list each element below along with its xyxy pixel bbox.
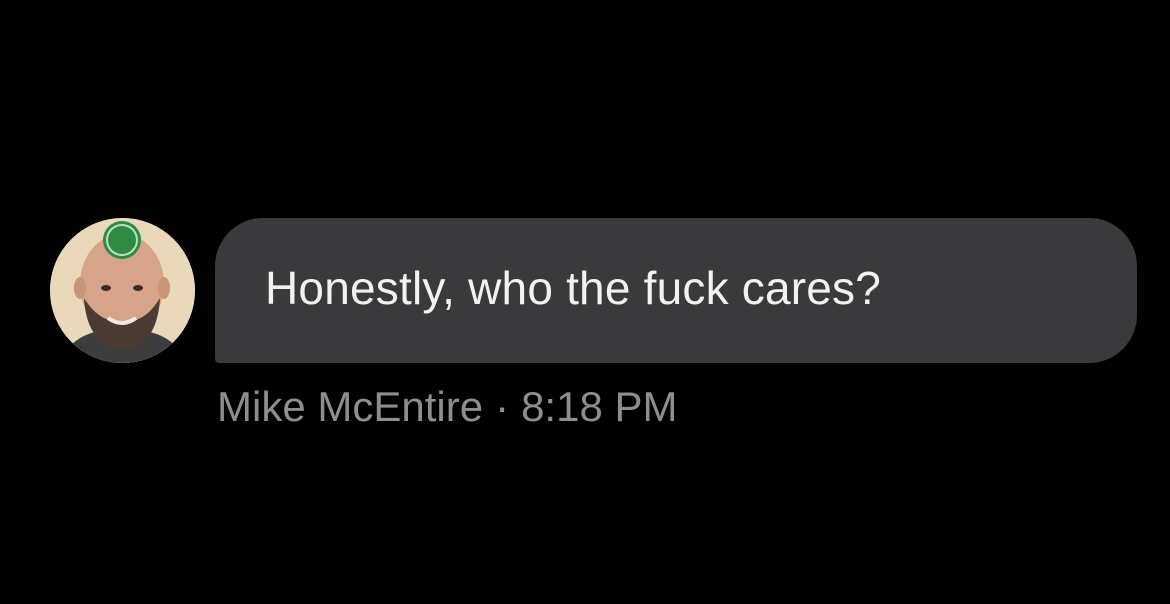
message-time: 8:18 PM: [521, 383, 678, 430]
message-row: Honestly, who the fuck cares?: [50, 218, 1140, 364]
message-meta: Mike McEntire · 8:18 PM: [217, 383, 677, 431]
sender-avatar[interactable]: [50, 218, 195, 363]
profile-photo-avatar-icon: [50, 218, 195, 363]
sender-name: Mike McEntire: [217, 383, 484, 430]
avatar-left-ear: [74, 277, 86, 299]
chat-screen: Honestly, who the fuck cares? Mike McEnt…: [0, 0, 1170, 604]
avatar-left-eye: [101, 285, 111, 291]
message-text: Honestly, who the fuck cares?: [265, 261, 882, 314]
avatar-sticker: [103, 221, 141, 259]
avatar-right-eye: [133, 285, 143, 291]
message-bubble[interactable]: Honestly, who the fuck cares?: [215, 218, 1137, 363]
avatar-right-ear: [158, 277, 170, 299]
meta-separator: ·: [495, 383, 510, 430]
